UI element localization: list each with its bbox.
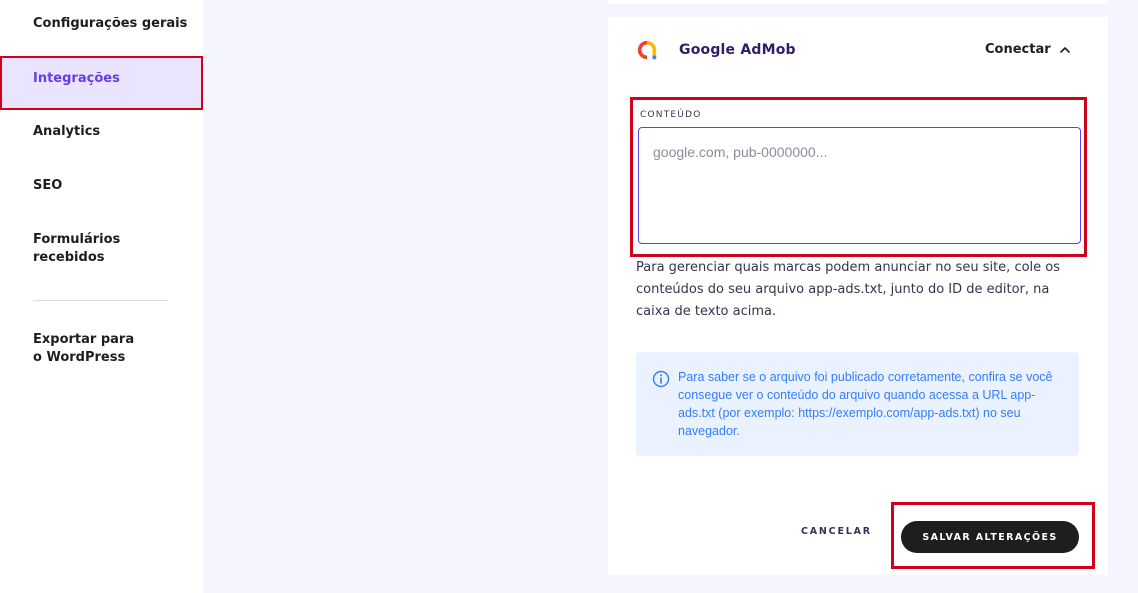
sidebar-item-label: Analytics: [33, 124, 101, 139]
info-text: Para saber se o arquivo foi publicado co…: [678, 370, 1053, 438]
content-textarea[interactable]: [638, 127, 1081, 244]
admob-logo-icon: [637, 40, 657, 60]
sidebar-item-analytics[interactable]: Analytics: [0, 123, 203, 141]
card-header[interactable]: Google AdMob Conectar: [608, 17, 1108, 83]
info-alert: Para saber se o arquivo foi publicado co…: [636, 352, 1079, 456]
sidebar-item-label: Integrações: [33, 71, 120, 86]
previous-card: [608, 0, 1108, 4]
sidebar-item-label: Formulários recebidos: [33, 232, 121, 265]
save-button-highlight: SALVAR ALTERAÇÕES: [891, 502, 1095, 569]
admob-integration-card: Google AdMob Conectar CONTEÚDO Para gere…: [608, 17, 1108, 575]
cancel-button[interactable]: CANCELAR: [801, 526, 872, 537]
sidebar-item-label: Configurações gerais: [33, 16, 188, 31]
info-circle-icon: [652, 370, 670, 388]
sidebar-item-formularios-recebidos[interactable]: Formulários recebidos: [0, 231, 140, 267]
help-text: Para gerenciar quais marcas podem anunci…: [636, 260, 1061, 319]
sidebar-item-label: Exportar para o WordPress: [33, 332, 135, 365]
card-title: Google AdMob: [679, 42, 796, 58]
content-field-label: CONTEÚDO: [640, 110, 702, 120]
content-field-group: CONTEÚDO: [630, 97, 1088, 257]
sidebar-item-exportar-wordpress[interactable]: Exportar para o WordPress: [0, 331, 140, 367]
sidebar-item-seo[interactable]: SEO: [0, 177, 203, 195]
sidebar-item-integracoes[interactable]: Integrações: [0, 56, 203, 110]
sidebar: Configurações gerais Integrações Analyti…: [0, 0, 203, 593]
chevron-up-icon[interactable]: [1058, 43, 1072, 57]
connect-link[interactable]: Conectar: [985, 42, 1051, 57]
sidebar-item-configuracoes-gerais[interactable]: Configurações gerais: [0, 15, 203, 33]
sidebar-item-label: SEO: [33, 178, 63, 193]
sidebar-divider: [33, 300, 168, 301]
save-changes-button[interactable]: SALVAR ALTERAÇÕES: [901, 521, 1079, 553]
